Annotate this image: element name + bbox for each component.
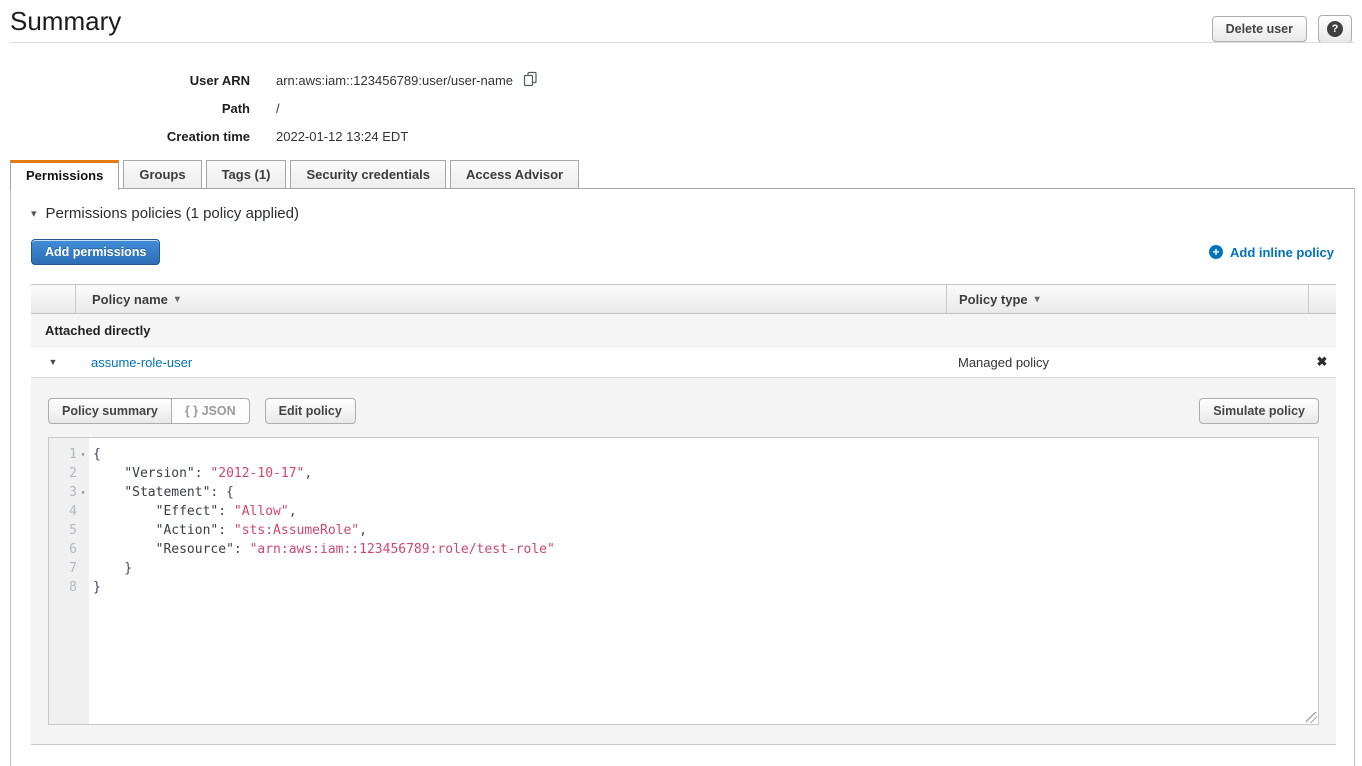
tab-security-credentials[interactable]: Security credentials xyxy=(290,160,446,189)
title-divider xyxy=(10,42,1354,43)
help-icon: ? xyxy=(1327,21,1343,37)
attached-policies-table: Policy name ▾ Policy type ▾ Attached dir… xyxy=(31,284,1336,745)
permissions-tab-panel: ▾ Permissions policies (1 policy applied… xyxy=(10,188,1355,766)
policy-actions-row: Add permissions + Add inline policy xyxy=(31,239,1334,265)
json-policy-editor[interactable]: 1▾23▾45678 { "Version": "2012-10-17", "S… xyxy=(48,437,1319,725)
iam-user-summary-page: Summary Delete user ? User ARN arn:aws:i… xyxy=(0,0,1362,766)
fold-icon[interactable]: ▾ xyxy=(77,483,89,502)
gutter-line: 4 xyxy=(49,502,89,521)
remove-policy-icon[interactable]: ✖ xyxy=(1317,354,1328,370)
table-header-row: Policy name ▾ Policy type ▾ xyxy=(31,284,1336,314)
policy-detail-toolbar: Policy summary { } JSON Edit policy Simu… xyxy=(48,398,1319,424)
user-info-fields: User ARN arn:aws:iam::123456789:user/use… xyxy=(0,66,538,150)
gutter-line: 6 xyxy=(49,540,89,559)
add-inline-policy-link[interactable]: + Add inline policy xyxy=(1209,245,1334,260)
tab-access-advisor[interactable]: Access Advisor xyxy=(450,160,579,189)
user-arn-label: User ARN xyxy=(0,73,250,88)
code-line: "Version": "2012-10-17", xyxy=(93,464,1318,483)
delete-user-button[interactable]: Delete user xyxy=(1212,16,1307,42)
code-line: "Statement": { xyxy=(93,483,1318,502)
policy-summary-button[interactable]: Policy summary xyxy=(48,398,172,424)
code-line: "Effect": "Allow", xyxy=(93,502,1318,521)
help-button[interactable]: ? xyxy=(1318,15,1352,43)
editor-code[interactable]: { "Version": "2012-10-17", "Statement": … xyxy=(89,438,1318,724)
code-line: "Resource": "arn:aws:iam::123456789:role… xyxy=(93,540,1318,559)
edit-policy-button[interactable]: Edit policy xyxy=(265,398,356,424)
code-line: } xyxy=(93,559,1318,578)
creation-time-row: Creation time 2022-01-12 13:24 EDT xyxy=(0,122,538,150)
policy-detail-panel: Policy summary { } JSON Edit policy Simu… xyxy=(31,378,1336,745)
creation-time-value: 2022-01-12 13:24 EDT xyxy=(276,129,408,144)
tab-bar: Permissions Groups Tags (1) Security cre… xyxy=(10,160,579,189)
view-toggle-group: Policy summary { } JSON xyxy=(48,398,250,424)
header-actions-column xyxy=(1308,285,1336,313)
creation-time-label: Creation time xyxy=(0,129,250,144)
gutter-line: 2 xyxy=(49,464,89,483)
policy-type-value: Managed policy xyxy=(958,355,1049,370)
gutter-line: 8 xyxy=(49,578,89,597)
collapse-caret-icon: ▾ xyxy=(31,207,37,220)
expand-row-caret-icon[interactable]: ▼ xyxy=(49,357,58,367)
permissions-policies-section-header[interactable]: ▾ Permissions policies (1 policy applied… xyxy=(31,205,1334,222)
sort-arrow-icon: ▾ xyxy=(175,294,180,305)
plus-circle-icon: + xyxy=(1209,245,1223,259)
code-line: { xyxy=(93,445,1318,464)
column-header-policy-name[interactable]: Policy name ▾ xyxy=(75,285,946,313)
policy-row-assume-role-user: ▼ assume-role-user Managed policy ✖ xyxy=(31,347,1336,378)
sort-arrow-icon: ▾ xyxy=(1035,294,1040,305)
copy-icon[interactable] xyxy=(523,71,538,90)
json-view-button[interactable]: { } JSON xyxy=(172,398,250,424)
tab-tags[interactable]: Tags (1) xyxy=(206,160,287,189)
page-title: Summary xyxy=(10,6,121,37)
editor-gutter: 1▾23▾45678 xyxy=(49,438,89,724)
path-row: Path / xyxy=(0,94,538,122)
simulate-policy-button[interactable]: Simulate policy xyxy=(1199,398,1319,424)
path-value: / xyxy=(276,101,280,116)
header-actions: Delete user ? xyxy=(1212,15,1352,43)
path-label: Path xyxy=(0,101,250,116)
editor-resize-handle[interactable] xyxy=(1306,712,1317,723)
user-arn-value: arn:aws:iam::123456789:user/user-name xyxy=(276,73,513,88)
user-arn-row: User ARN arn:aws:iam::123456789:user/use… xyxy=(0,66,538,94)
code-line: } xyxy=(93,578,1318,597)
group-row-attached-directly: Attached directly xyxy=(31,314,1336,347)
gutter-line: 1▾ xyxy=(49,445,89,464)
policy-name-link[interactable]: assume-role-user xyxy=(91,355,192,370)
add-permissions-button[interactable]: Add permissions xyxy=(31,239,160,265)
section-heading: Permissions policies (1 policy applied) xyxy=(46,205,299,222)
gutter-line: 7 xyxy=(49,559,89,578)
gutter-line: 5 xyxy=(49,521,89,540)
fold-icon[interactable]: ▾ xyxy=(77,445,89,464)
code-line: "Action": "sts:AssumeRole", xyxy=(93,521,1318,540)
gutter-line: 3▾ xyxy=(49,483,89,502)
tab-permissions[interactable]: Permissions xyxy=(10,160,119,190)
column-header-policy-type[interactable]: Policy type ▾ xyxy=(946,285,1308,313)
tab-groups[interactable]: Groups xyxy=(123,160,201,189)
